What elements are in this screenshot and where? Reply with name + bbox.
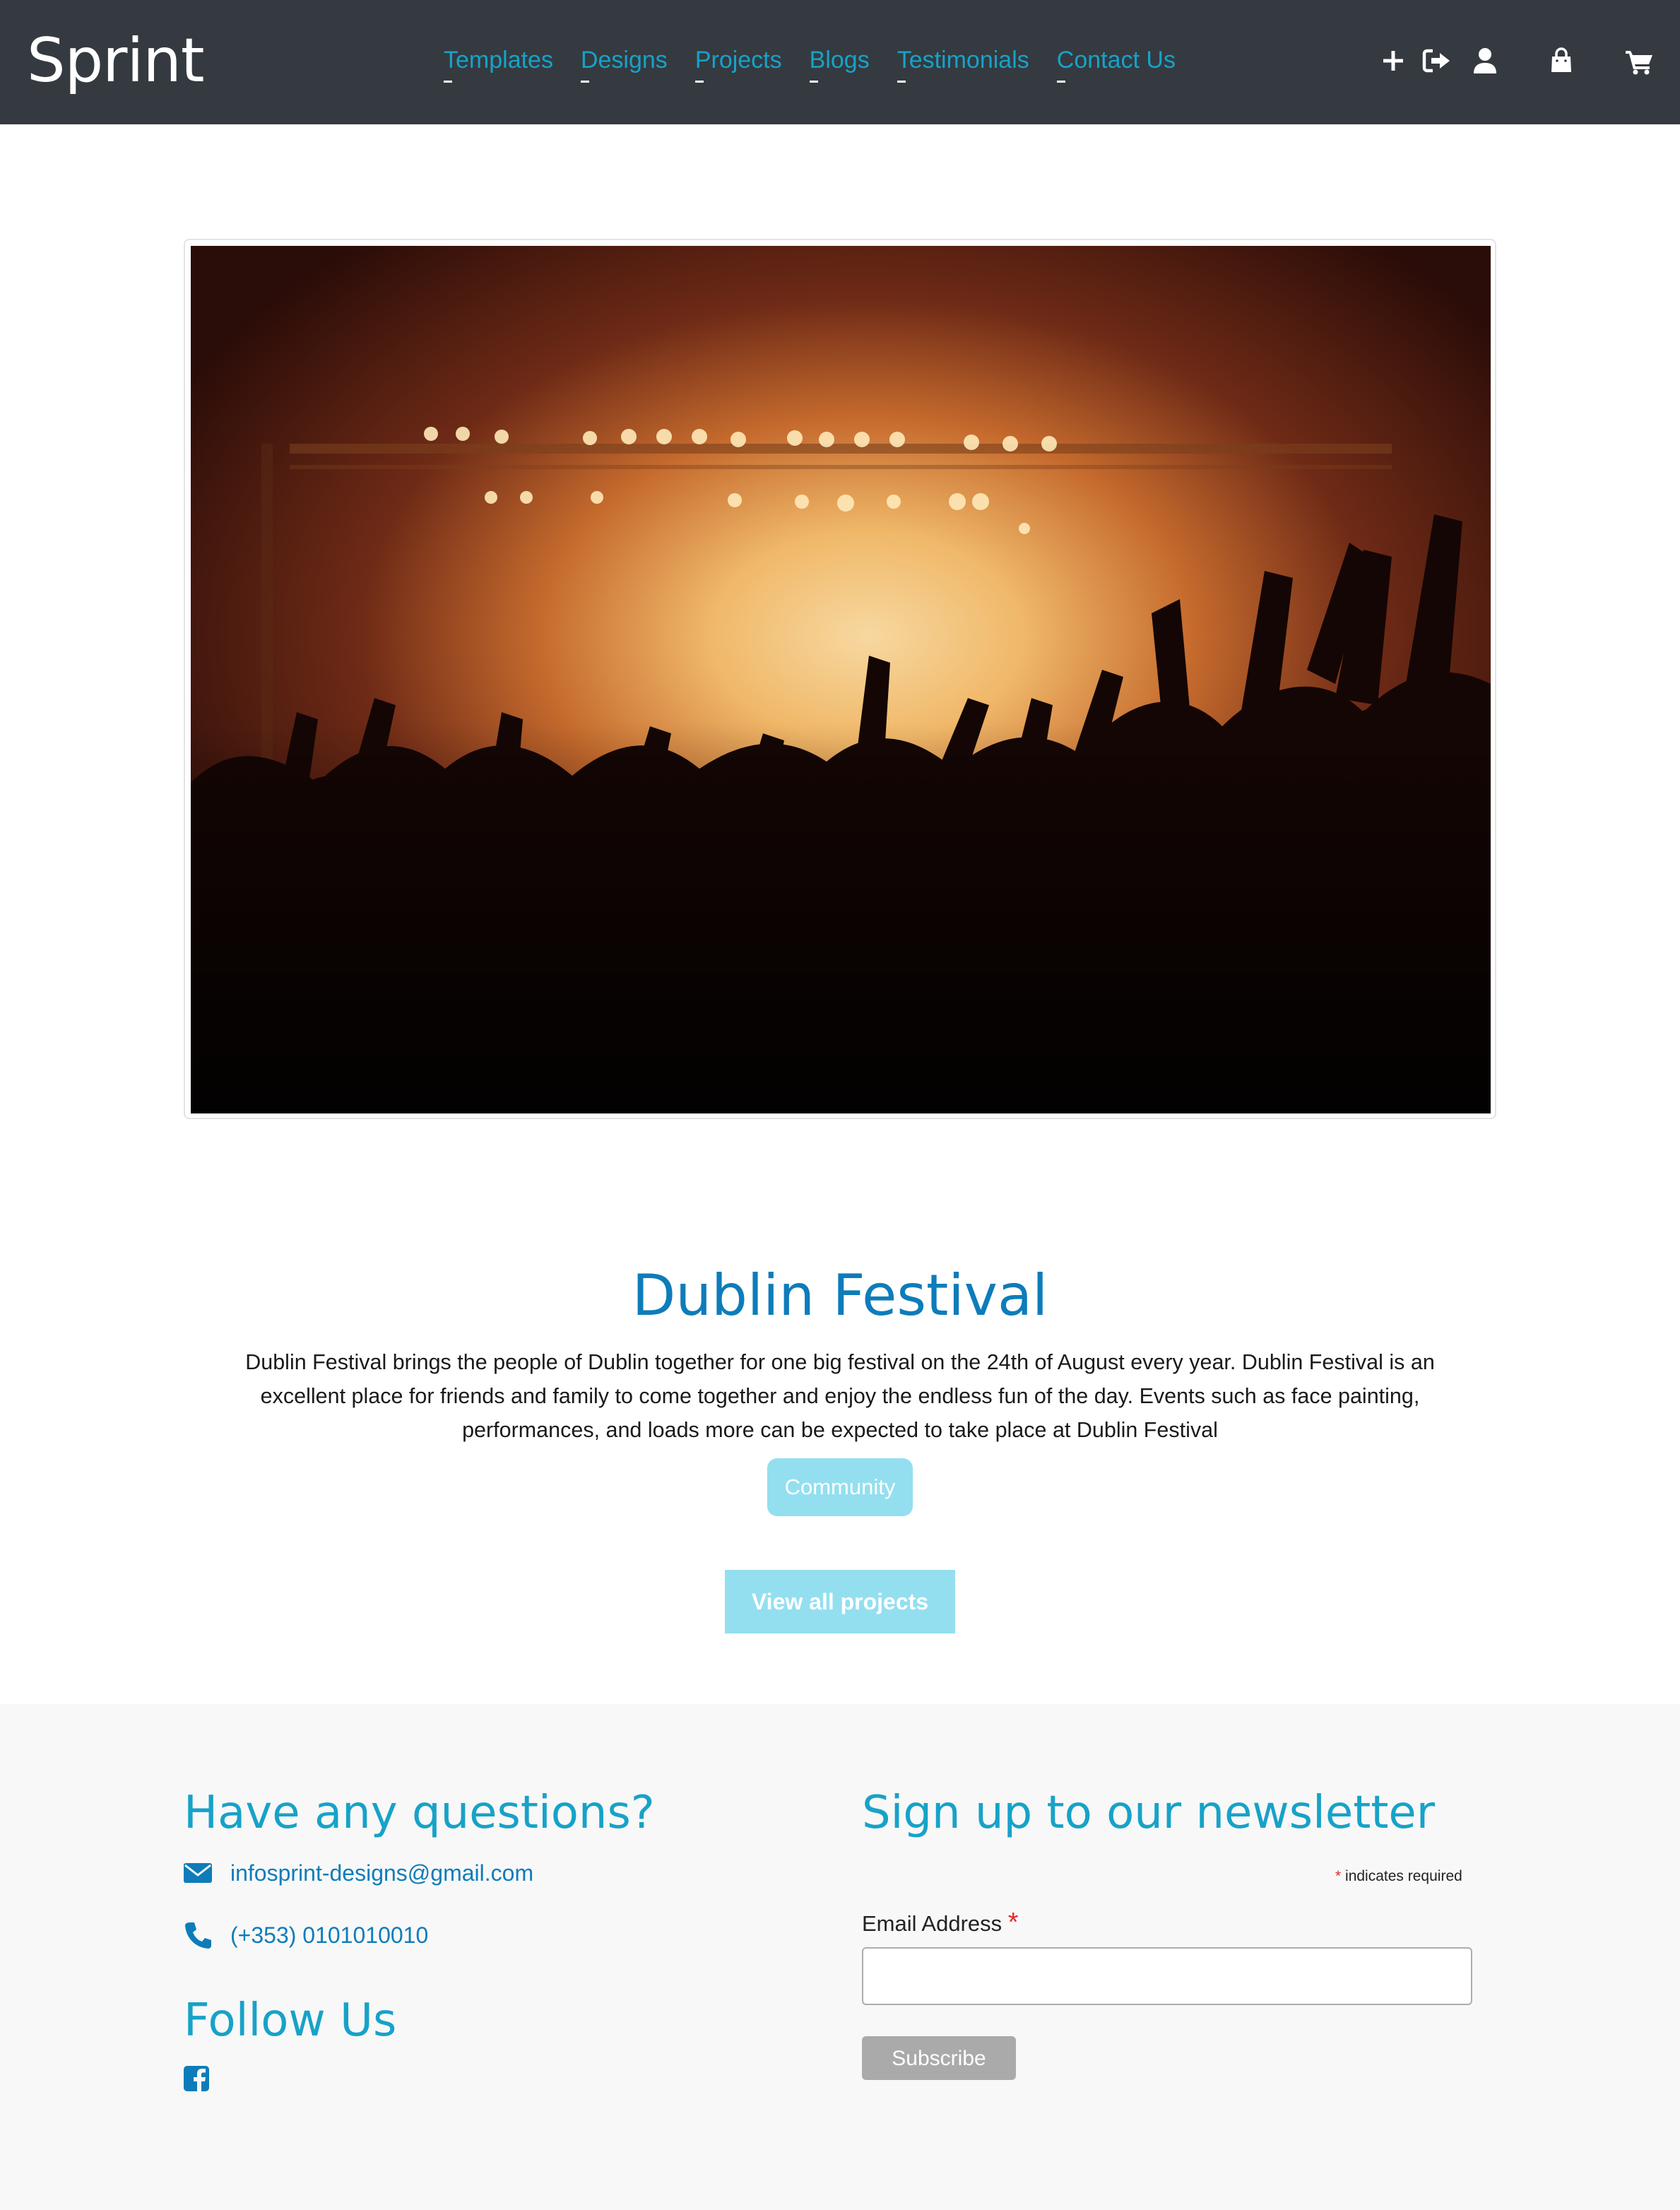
shopping-cart-icon[interactable] [1623,45,1655,76]
email-link[interactable]: infosprint-designs@gmail.com [230,1860,533,1886]
newsletter-email-input[interactable] [862,1947,1472,2005]
nav-icons [0,45,1680,79]
view-all-projects-button[interactable]: View all projects [725,1570,955,1633]
subscribe-button[interactable]: Subscribe [862,2036,1016,2080]
phone-link[interactable]: (+353) 0101010010 [230,1922,428,1949]
sign-out-icon[interactable] [1421,45,1453,76]
email-address-label-text: Email Address [862,1911,1002,1936]
questions-heading: Have any questions? [184,1787,655,1839]
user-icon[interactable] [1469,45,1501,76]
phone-icon [185,1922,211,1949]
email-required-star: * [1007,1908,1019,1937]
follow-us-heading: Follow Us [184,1995,397,2047]
envelope-icon [184,1863,212,1883]
newsletter-heading: Sign up to our newsletter [862,1787,1436,1839]
required-note: * indicates required [1335,1868,1462,1885]
navbar: Sprint Templates Designs Projects Blogs … [0,0,1680,124]
required-star: * [1335,1868,1342,1884]
project-description: Dublin Festival brings the people of Dub… [245,1350,1435,1442]
email-contact-row: infosprint-designs@gmail.com [184,1855,533,1891]
email-address-label: Email Address * [862,1908,1019,1938]
phone-contact-row: (+353) 0101010010 [184,1918,428,1953]
facebook-icon[interactable] [184,2066,209,2091]
concert-crowd-image [191,246,1491,1113]
plus-icon[interactable] [1378,45,1409,76]
project-title: Dublin Festival [632,1263,1048,1328]
project-image-frame [184,239,1496,1119]
shopping-bag-icon[interactable] [1546,45,1577,76]
required-note-text: indicates required [1345,1868,1462,1884]
category-tag-button[interactable]: Community [767,1458,913,1516]
